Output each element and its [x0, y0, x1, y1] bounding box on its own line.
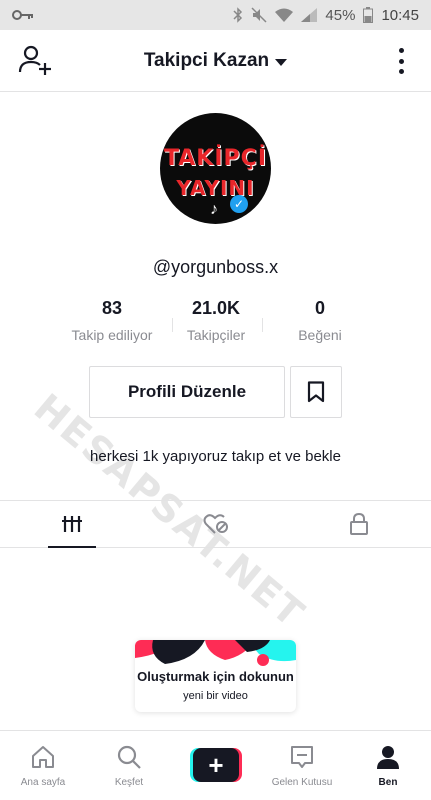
mute-icon — [251, 7, 267, 23]
tab-videos[interactable] — [0, 501, 144, 548]
verified-badge-icon: ✓ — [230, 195, 248, 213]
caret-down-icon — [275, 58, 288, 66]
nav-me[interactable]: Ben — [345, 731, 431, 800]
nav-label: Keşfet — [114, 777, 144, 788]
tab-private[interactable] — [287, 501, 431, 547]
stat-value: 21.0K — [191, 298, 241, 318]
status-bar: 45% 10:45 — [0, 0, 431, 30]
bluetooth-icon — [233, 7, 243, 23]
grid-icon — [61, 516, 82, 532]
nav-discover[interactable]: Keşfet — [86, 731, 172, 800]
profile-header: Takipci Kazan — [0, 30, 431, 92]
bottom-navigation: Ana sayfa Keşfet + Gelen Kutusu Ben — [0, 730, 431, 800]
avatar-text-line1: TAKİPÇİ — [163, 145, 267, 171]
profile-icon — [377, 746, 399, 769]
stat-value: 0 — [314, 298, 325, 318]
plus-icon: + — [193, 748, 239, 782]
nav-label: Gelen Kutusu — [271, 777, 333, 788]
liked-hidden-icon — [203, 514, 228, 534]
key-icon — [12, 10, 33, 20]
create-video-card[interactable]: Oluşturmak için dokunun yeni bir video — [135, 640, 296, 712]
nav-label: Ben — [378, 777, 398, 788]
create-button[interactable]: + — [190, 748, 242, 782]
stat-value: 83 — [101, 298, 123, 318]
tiktok-logo-icon: ♪ — [210, 201, 218, 218]
tab-liked[interactable] — [144, 501, 288, 547]
home-icon — [32, 746, 54, 768]
stat-label: Takip ediliyor — [71, 327, 153, 343]
stat-following[interactable]: 83 Takip ediliyor — [52, 298, 172, 343]
bookmark-icon — [307, 381, 325, 403]
signal-icon — [301, 8, 318, 22]
nav-inbox[interactable]: Gelen Kutusu — [259, 731, 345, 800]
search-icon — [117, 745, 141, 769]
clock: 10:45 — [381, 6, 419, 24]
bookmarks-button[interactable] — [290, 366, 342, 418]
wifi-icon — [275, 8, 294, 22]
stat-followers[interactable]: 21.0K Takipçiler — [156, 298, 276, 343]
stat-label: Beğeni — [298, 327, 342, 343]
lock-icon — [350, 513, 369, 535]
create-card-title: Oluşturmak için dokunun — [137, 669, 294, 684]
profile-tabs — [0, 500, 431, 548]
create-card-subtitle: yeni bir video — [183, 690, 248, 702]
inbox-icon — [291, 746, 313, 768]
battery-icon — [363, 7, 374, 23]
avatar-text-line2: YAYINI — [176, 175, 255, 200]
avatar[interactable]: TAKİPÇİ YAYINI ♪ ✓ — [160, 113, 271, 224]
page-title: Takipci Kazan — [143, 50, 270, 71]
stat-label: Takipçiler — [186, 327, 246, 343]
edit-profile-button[interactable]: Profili Düzenle — [89, 366, 285, 418]
account-switcher[interactable]: Takipci Kazan — [0, 30, 431, 92]
battery-percent: 45% — [325, 6, 356, 24]
create-art — [135, 640, 296, 672]
nav-label: Ana sayfa — [20, 777, 66, 788]
bio: herkesi 1k yapıyoruz takıp et ve bekle — [90, 448, 341, 465]
username: @yorgunboss.x — [152, 257, 279, 277]
nav-home[interactable]: Ana sayfa — [0, 731, 86, 800]
more-options-icon[interactable] — [391, 48, 411, 74]
stat-likes[interactable]: 0 Beğeni — [260, 298, 380, 343]
